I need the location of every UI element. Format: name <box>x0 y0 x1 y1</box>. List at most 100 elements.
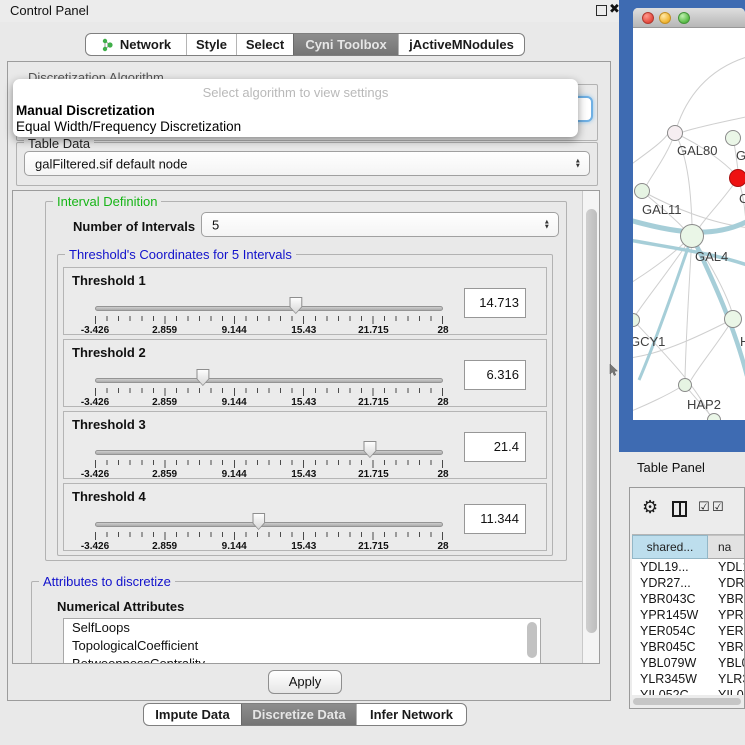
checkbox-icon[interactable]: ☑ <box>712 499 724 515</box>
tab-impute-data[interactable]: Impute Data <box>144 704 241 725</box>
control-panel-title: Control Panel <box>10 3 89 18</box>
table-row[interactable]: YIL052CYIL0 <box>632 687 744 695</box>
minimize-traffic-light[interactable] <box>659 12 671 24</box>
list-item[interactable]: BetweennessCentrality <box>64 655 540 664</box>
network-node-gal80[interactable] <box>667 125 683 141</box>
combo-stepper-icon: ▲▼ <box>544 219 550 230</box>
scrollbar-thumb[interactable] <box>586 209 597 633</box>
tab-discretize-data[interactable]: Discretize Data <box>241 704 356 725</box>
tab-jactivemnodules[interactable]: jActiveMNodules <box>398 34 524 55</box>
horizontal-scrollbar-thumb[interactable] <box>633 698 741 705</box>
threshold-4-slider[interactable]: -3.426 2.859 9.144 15.43 21.715 28 <box>95 510 443 550</box>
number-of-intervals-combobox[interactable]: 5 ▲▼ <box>201 212 559 237</box>
threshold-1-label: Threshold 1 <box>72 273 146 288</box>
slider-thumb[interactable] <box>252 513 265 530</box>
node-label-gal80: GAL80 <box>677 143 717 158</box>
node-attribute-table: shared... na YDL19...YDL1 YDR27...YDR2 Y… <box>632 534 744 695</box>
node-label-gcy1: GCY1 <box>633 334 665 349</box>
table-row[interactable]: YDR27...YDR2 <box>632 575 744 591</box>
table-data-group-label: Table Data <box>24 136 94 151</box>
dropdown-option-manual-discretization[interactable]: Manual Discretization <box>16 103 155 118</box>
zoom-traffic-light[interactable] <box>678 12 690 24</box>
threshold-4-value-field[interactable]: 11.344 <box>464 504 526 534</box>
right-pane: GAL80 G C GAL11 GAL4 GCY1 H HAP2 Table P… <box>619 0 745 745</box>
table-panel: ⚙ ☑ ☑ shared... na YDL19...YDL1 YDR27...… <box>629 487 745 709</box>
network-node-hap2[interactable] <box>678 378 692 392</box>
table-row[interactable]: YLR345WYLR3 <box>632 671 744 687</box>
slider-track[interactable] <box>95 306 443 311</box>
slider-track[interactable] <box>95 450 443 455</box>
network-view-window: GAL80 G C GAL11 GAL4 GCY1 H HAP2 <box>633 8 745 420</box>
threshold-3-slider[interactable]: -3.426 2.859 9.144 15.43 21.715 28 <box>95 438 443 478</box>
thresholds-group-label: Threshold's Coordinates for 5 Intervals <box>65 247 296 262</box>
node-label-h: H <box>740 334 745 349</box>
table-row[interactable]: YBL079WYBL0 <box>632 655 744 671</box>
node-label-gal4: GAL4 <box>695 249 728 264</box>
tab-infer-network[interactable]: Infer Network <box>356 704 466 725</box>
number-of-intervals-value: 5 <box>212 217 219 232</box>
threshold-4-label: Threshold 4 <box>72 489 146 504</box>
checkbox-icon[interactable]: ☑ <box>698 499 710 515</box>
network-node-h[interactable] <box>724 310 742 328</box>
column-header-shared[interactable]: shared... <box>632 535 708 559</box>
list-item[interactable]: TopologicalCoefficient <box>64 637 540 655</box>
close-traffic-light[interactable] <box>642 12 654 24</box>
network-node-gal11[interactable] <box>634 183 650 199</box>
float-window-icon[interactable] <box>596 5 607 16</box>
threshold-2-value-field[interactable]: 6.316 <box>464 360 526 390</box>
table-row[interactable]: YBR045CYBR0 <box>632 639 744 655</box>
control-panel-titlebar: Control Panel <box>0 0 619 22</box>
network-node-gal4[interactable] <box>680 224 704 248</box>
threshold-2-box: Threshold 2 -3.426 2.859 9.144 15.43 21.… <box>63 339 547 407</box>
split-columns-icon[interactable] <box>672 501 687 517</box>
slider-track[interactable] <box>95 522 443 527</box>
tab-network[interactable]: Network <box>86 34 186 55</box>
dropdown-option-equal-width-frequency[interactable]: Equal Width/Frequency Discretization <box>16 119 241 134</box>
cyni-mode-tabs: Impute Data Discretize Data Infer Networ… <box>143 703 467 726</box>
numerical-attributes-list: SelfLoops TopologicalCoefficient Between… <box>63 618 541 664</box>
tab-select[interactable]: Select <box>236 34 293 55</box>
threshold-3-label: Threshold 3 <box>72 417 146 432</box>
table-row[interactable]: YPR145WYPR1 <box>632 607 744 623</box>
network-view-frame: GAL80 G C GAL11 GAL4 GCY1 H HAP2 <box>619 0 745 452</box>
numerical-attributes-label: Numerical Attributes <box>57 599 184 614</box>
network-node-g[interactable] <box>725 130 741 146</box>
list-item[interactable]: SelfLoops <box>64 619 540 637</box>
slider-thumb[interactable] <box>196 369 209 386</box>
threshold-2-slider[interactable]: -3.426 2.859 9.144 15.43 21.715 28 <box>95 366 443 406</box>
table-row[interactable]: YDL19...YDL1 <box>632 559 744 575</box>
mouse-cursor <box>609 364 619 378</box>
tab-network-label: Network <box>120 37 171 52</box>
tab-style[interactable]: Style <box>186 34 236 55</box>
settings-scrollpane: Interval Definition Number of Intervals … <box>12 190 600 664</box>
apply-button[interactable]: Apply <box>268 670 342 694</box>
threshold-1-slider[interactable]: -3.426 2.859 9.144 15.43 21.715 28 <box>95 294 443 334</box>
node-label-c: C <box>739 191 745 206</box>
slider-track[interactable] <box>95 378 443 383</box>
slider-thumb[interactable] <box>289 297 302 314</box>
interval-definition-label: Interval Definition <box>53 194 161 209</box>
node-label-gal11: GAL11 <box>642 202 682 217</box>
table-row[interactable]: YER054CYER0 <box>632 623 744 639</box>
network-icon <box>101 38 114 52</box>
network-window-titlebar[interactable] <box>633 8 745 28</box>
combo-stepper-icon: ▲▼ <box>575 158 581 169</box>
column-header-name[interactable]: na <box>708 535 744 559</box>
network-node-c-red[interactable] <box>729 169 745 187</box>
network-canvas[interactable]: GAL80 G C GAL11 GAL4 GCY1 H HAP2 <box>633 28 745 420</box>
control-panel-tabs: Network Style Select Cyni Toolbox jActiv… <box>85 33 525 56</box>
list-scrollbar[interactable] <box>527 622 537 658</box>
gear-icon[interactable]: ⚙ <box>642 497 658 518</box>
number-of-intervals-label: Number of Intervals <box>73 219 195 234</box>
table-row[interactable]: YBR043CYBR0 <box>632 591 744 607</box>
slider-thumb[interactable] <box>363 441 376 458</box>
slider-ticks-major <box>95 388 443 396</box>
network-node-partial[interactable] <box>707 413 721 420</box>
threshold-4-box: Threshold 4 -3.426 2.859 9.144 15.43 21.… <box>63 483 547 551</box>
threshold-3-value-field[interactable]: 21.4 <box>464 432 526 462</box>
table-data-combobox[interactable]: galFiltered.sif default node ▲▼ <box>24 151 590 176</box>
threshold-1-value-field[interactable]: 14.713 <box>464 288 526 318</box>
tab-cyni-toolbox[interactable]: Cyni Toolbox <box>293 34 398 55</box>
attributes-group-label: Attributes to discretize <box>39 574 175 589</box>
threshold-3-box: Threshold 3 -3.426 2.859 9.144 15.43 21.… <box>63 411 547 479</box>
